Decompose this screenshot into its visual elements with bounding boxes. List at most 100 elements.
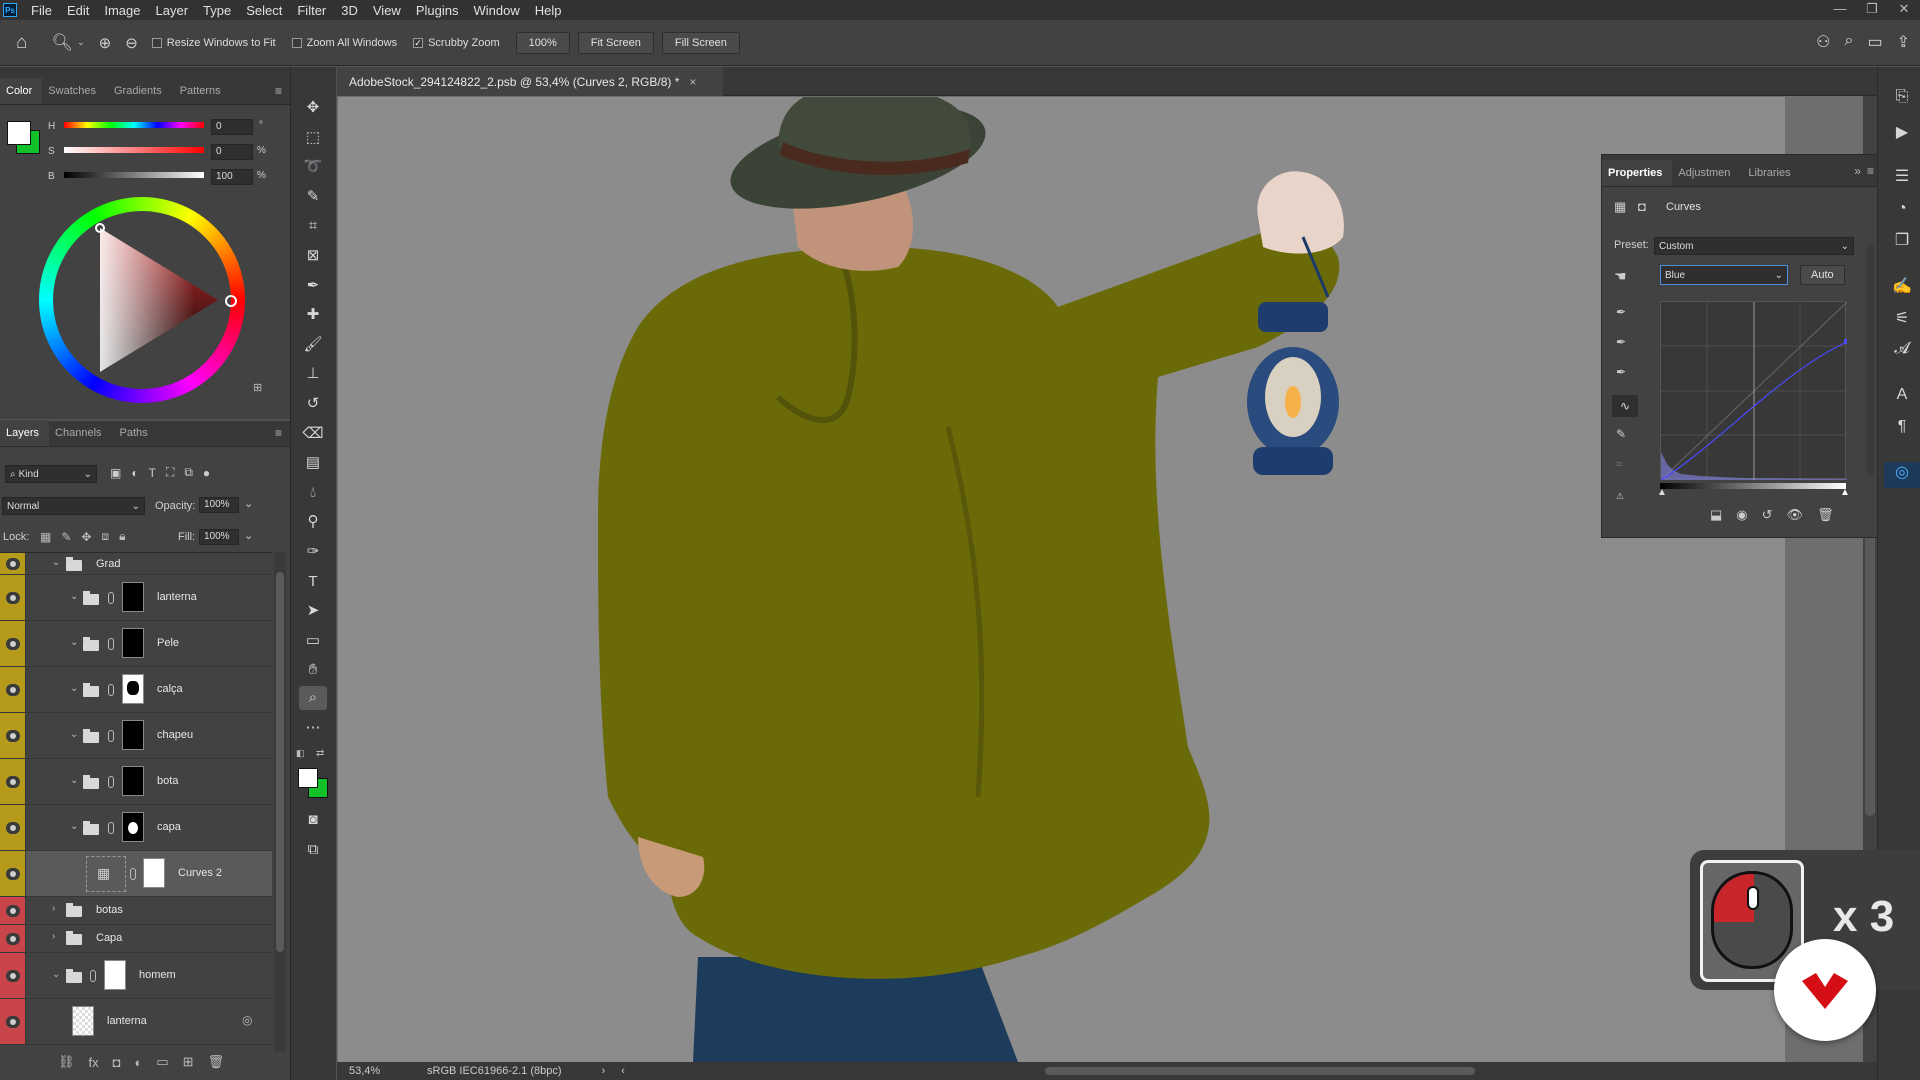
layer-row-curves-2[interactable]: ▦ Curves 2 (0, 851, 272, 897)
tab-gradients[interactable]: Gradients (108, 85, 174, 104)
tab-libraries[interactable]: Libraries (1742, 167, 1802, 186)
mask-thumbnail[interactable] (143, 858, 165, 888)
healing-brush-tool-icon[interactable]: ✚ (299, 303, 327, 327)
reset-icon[interactable]: ↺ (1762, 507, 1773, 523)
swap-colors-icon[interactable]: ⇄ (316, 748, 324, 759)
foreground-color-swatch[interactable] (7, 121, 31, 145)
chevron-down-icon[interactable]: ⌄ (70, 637, 78, 648)
filter-type-icon[interactable]: T (149, 466, 156, 480)
quick-mask-icon[interactable]: ◙ (299, 808, 327, 832)
blur-tool-icon[interactable]: 💧︎ (299, 481, 327, 505)
close-window-button[interactable]: ✕ (1888, 0, 1920, 20)
path-selection-tool-icon[interactable]: ➤ (299, 599, 327, 623)
visibility-toggle[interactable] (0, 953, 26, 998)
visibility-toggle[interactable] (0, 621, 26, 666)
layer-row-bota[interactable]: ⌄ bota (0, 759, 272, 805)
white-input-slider[interactable]: ▲ (1840, 487, 1850, 498)
minimize-button[interactable]: — (1824, 0, 1856, 20)
close-document-icon[interactable]: × (689, 75, 696, 89)
chevron-down-icon[interactable]: ⌄ (70, 775, 78, 786)
chevron-down-icon[interactable]: ⌄ (70, 683, 78, 694)
character-icon[interactable]: A (1884, 386, 1920, 412)
brush-tool-icon[interactable]: 🖌︎ (299, 333, 327, 357)
fx-icon[interactable]: fx (89, 1055, 99, 1070)
layers-panel-menu-icon[interactable]: ≡ (275, 426, 282, 446)
lock-transparent-icon[interactable]: ▦ (40, 530, 51, 544)
link-icon[interactable] (90, 970, 96, 982)
panel-menu-icon[interactable]: ≡ (275, 84, 282, 104)
hue-slider[interactable] (64, 122, 204, 128)
default-colors-icon[interactable]: ◧ (296, 748, 305, 759)
fit-screen-button[interactable]: Fit Screen (577, 31, 654, 54)
menu-help[interactable]: Help (535, 3, 562, 18)
lock-paint-icon[interactable]: ✎ (61, 530, 71, 544)
visibility-toggle[interactable] (0, 805, 26, 850)
brushes-icon[interactable]: ✍ (1884, 276, 1920, 302)
chevron-left-icon[interactable]: ‹ (621, 1065, 625, 1077)
layer-row-chapeu[interactable]: ⌄ chapeu (0, 713, 272, 759)
properties-menu-icon[interactable]: ≡ (1867, 164, 1874, 186)
resize-windows-checkbox[interactable]: Resize Windows to Fit (151, 37, 276, 49)
adjustment-layer-icon[interactable]: ◐ (135, 1055, 143, 1070)
history-brush-tool-icon[interactable]: ↺ (299, 392, 327, 416)
visibility-toggle[interactable] (0, 667, 26, 712)
white-point-eyedropper-icon[interactable]: ✒ (1616, 365, 1626, 379)
filter-smart-object-icon[interactable]: ⧉ (184, 465, 193, 480)
link-icon[interactable] (108, 592, 114, 604)
blend-mode-select[interactable]: Normal ⌄ (2, 497, 145, 515)
eraser-tool-icon[interactable]: ⌫ (299, 422, 327, 446)
link-icon[interactable] (108, 776, 114, 788)
gray-point-eyedropper-icon[interactable]: ✒ (1616, 335, 1626, 349)
trash-icon[interactable]: 🗑 (208, 1054, 225, 1070)
scrubby-zoom-checkbox[interactable]: ✓ Scrubby Zoom (413, 37, 500, 49)
canvas-hscroll-thumb[interactable] (1044, 1067, 1475, 1075)
mask-thumbnail[interactable] (122, 582, 144, 612)
zoom-tool-icon[interactable]: 🔍︎ (51, 33, 73, 53)
zoom-in-icon[interactable]: ⊕ (99, 34, 112, 52)
filter-pixel-icon[interactable]: ▣ (110, 466, 121, 480)
more-tools-icon[interactable]: ⋯ (299, 716, 327, 740)
glyphs-icon[interactable]: 𝓐 (1884, 340, 1920, 366)
layer-row-calca[interactable]: ⌄ calça (0, 667, 272, 713)
layer-row-grad[interactable]: ⌄ Grad (0, 553, 272, 575)
new-layer-icon[interactable]: ⊞ (183, 1054, 194, 1070)
rectangle-tool-icon[interactable]: ▭ (299, 629, 327, 653)
properties-scrollbar[interactable] (1866, 245, 1874, 475)
pencil-curve-icon[interactable]: ✎ (1616, 427, 1626, 441)
tab-adjustments[interactable]: Adjustmen (1672, 167, 1742, 186)
visibility-toggle[interactable] (0, 897, 26, 924)
mask-icon[interactable]: ◘ (1638, 199, 1646, 214)
mask-thumbnail[interactable] (122, 628, 144, 658)
mask-thumbnail[interactable] (122, 674, 144, 704)
mask-thumbnail[interactable] (122, 812, 144, 842)
fill-chevron-icon[interactable]: ⌄ (244, 529, 253, 542)
mask-thumbnail[interactable] (122, 766, 144, 796)
visibility-toggle[interactable] (0, 759, 26, 804)
black-point-eyedropper-icon[interactable]: ✒ (1616, 305, 1626, 319)
tab-layers[interactable]: Layers (0, 420, 50, 446)
photoshop-logo-icon[interactable]: Ps (3, 3, 17, 17)
expand-icon[interactable]: ⊞ (253, 381, 262, 394)
chevron-down-icon[interactable]: ⌄ (70, 591, 78, 602)
link-icon[interactable] (108, 638, 114, 650)
zoom-tool-active-icon[interactable]: ⌕ (299, 686, 327, 710)
lock-all-icon[interactable]: 🔒︎ (119, 529, 125, 544)
zoom-all-windows-checkbox[interactable]: Zoom All Windows (291, 37, 397, 49)
tab-paths[interactable]: Paths (114, 427, 160, 446)
chevron-down-icon[interactable]: ⌄ (70, 729, 78, 740)
share-icon[interactable]: ⇪ (1897, 32, 1910, 52)
curves-graph[interactable] (1660, 301, 1849, 481)
saturation-value[interactable]: 0 (211, 144, 253, 160)
color-wheel[interactable] (39, 197, 245, 403)
chevron-down-icon[interactable]: ⌄ (77, 37, 85, 48)
auto-button[interactable]: Auto (1800, 265, 1845, 285)
layer-row-lanterna[interactable]: lanterna ◎ (0, 999, 272, 1045)
frame-tool-icon[interactable]: ⊠ (299, 244, 327, 268)
visibility-toggle[interactable] (0, 999, 26, 1044)
menu-view[interactable]: View (373, 3, 401, 18)
history-icon[interactable]: ⎘ (1884, 88, 1920, 114)
preset-select[interactable]: Custom ⌄ (1654, 237, 1854, 255)
chevron-right-icon[interactable]: › (52, 931, 55, 942)
document-tab[interactable]: AdobeStock_294124822_2.psb @ 53,4% (Curv… (337, 67, 723, 96)
adjustments-icon[interactable]: ☰ (1884, 166, 1920, 192)
